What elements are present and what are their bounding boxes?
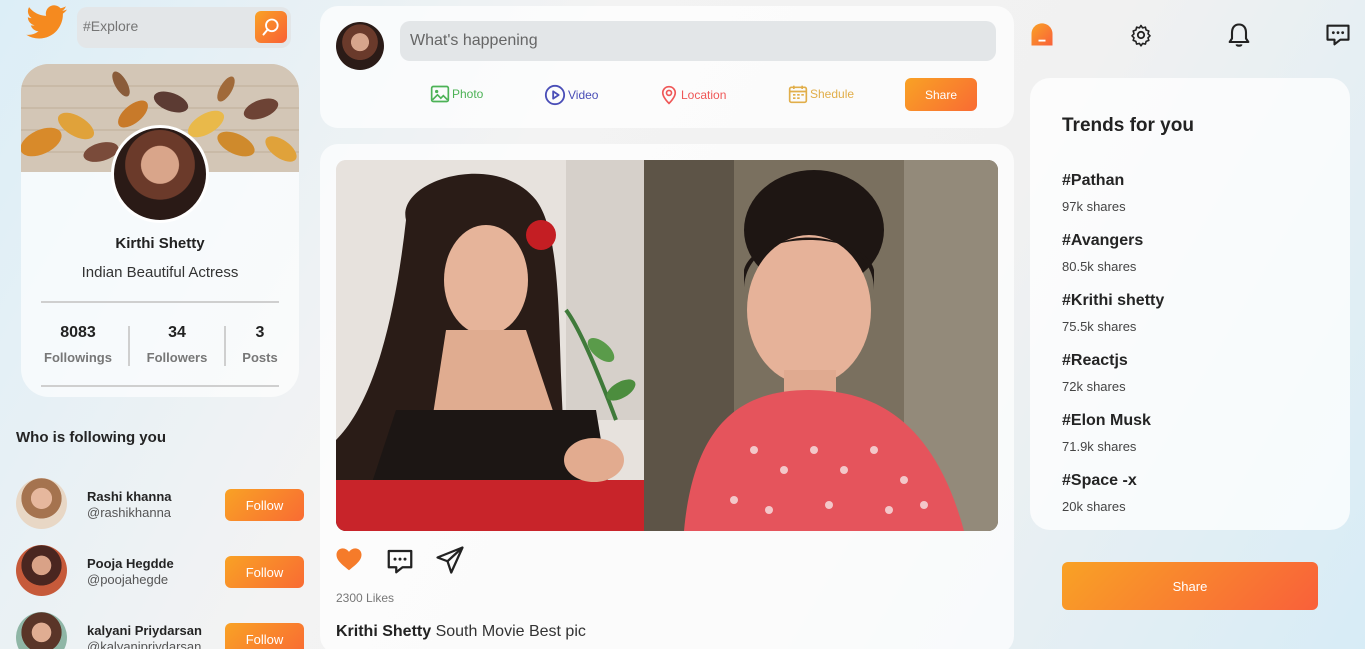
stat-followings[interactable]: 8083 Followings	[41, 324, 115, 365]
schedule-option[interactable]: Shedule	[788, 84, 854, 104]
video-label: Video	[568, 88, 599, 102]
stat-followers[interactable]: 34 Followers	[141, 324, 213, 365]
notifications-nav-button[interactable]	[1225, 21, 1253, 49]
trend-shares: 80.5k shares	[1062, 259, 1137, 274]
post-image-left[interactable]	[336, 160, 644, 531]
post-card: 2300 Likes Krithi Shetty South Movie Bes…	[320, 144, 1014, 649]
stat-label: Followings	[44, 350, 112, 365]
trends-panel: Trends for you #Pathan 97k shares #Avang…	[1030, 78, 1350, 530]
location-option[interactable]: Location	[659, 84, 726, 106]
stat-posts[interactable]: 3 Posts	[233, 324, 287, 365]
schedule-label: Shedule	[810, 87, 855, 101]
like-button[interactable]	[334, 544, 364, 574]
follow-button[interactable]: Follow	[225, 556, 304, 588]
trend-tag[interactable]: #Krithi shetty	[1062, 292, 1164, 310]
post-image-right[interactable]	[644, 160, 998, 531]
trend-shares: 71.9k shares	[1062, 439, 1137, 454]
trend-shares: 97k shares	[1062, 199, 1126, 214]
follower-name[interactable]: Rashi khanna	[87, 489, 172, 504]
location-label: Location	[681, 88, 727, 102]
trend-tag[interactable]: #Pathan	[1062, 172, 1124, 190]
photo-option[interactable]: Photo	[430, 84, 483, 104]
trend-shares: 75.5k shares	[1062, 319, 1137, 334]
likes-count: 2300 Likes	[336, 591, 395, 605]
messages-nav-button[interactable]	[1324, 21, 1352, 49]
avatar[interactable]	[16, 612, 67, 649]
stat-divider	[224, 326, 226, 366]
send-icon	[436, 546, 464, 574]
message-icon	[1326, 24, 1350, 46]
divider	[41, 385, 279, 387]
stat-value: 8083	[60, 324, 96, 341]
follow-button[interactable]: Follow	[225, 489, 304, 521]
search-input[interactable]	[83, 18, 243, 34]
post-caption-text: South Movie Best pic	[435, 623, 586, 640]
follower-handle: @kalyanipriydarsan	[87, 639, 202, 649]
follower-item: Pooja Hegdde @poojahegde Follow	[16, 545, 306, 597]
follower-name[interactable]: Pooja Hegdde	[87, 556, 174, 571]
heart-icon	[336, 548, 362, 571]
comment-icon	[387, 549, 413, 574]
search-button[interactable]	[255, 11, 287, 43]
avatar[interactable]	[16, 545, 67, 596]
divider	[41, 301, 279, 303]
avatar[interactable]	[16, 478, 67, 529]
search-icon	[262, 18, 279, 36]
home-nav-button[interactable]	[1028, 21, 1056, 49]
followers-section-title: Who is following you	[16, 429, 166, 446]
share-button[interactable]: Share	[1062, 562, 1318, 610]
share-post-button[interactable]	[435, 545, 465, 575]
gear-icon	[1131, 24, 1151, 47]
profile-avatar[interactable]	[111, 125, 209, 223]
stat-label: Posts	[242, 350, 278, 365]
profile-name: Kirthi Shetty	[115, 235, 205, 252]
calendar-icon	[788, 85, 808, 104]
photo-label: Photo	[452, 87, 484, 101]
follower-handle: @rashikhanna	[87, 505, 172, 520]
stat-label: Followers	[146, 350, 208, 365]
comment-button[interactable]	[385, 546, 415, 576]
twitter-logo-icon[interactable]	[26, 5, 68, 43]
location-icon	[661, 85, 677, 105]
trends-title: Trends for you	[1062, 115, 1194, 136]
follower-item: Rashi khanna @rashikhanna Follow	[16, 478, 306, 530]
video-option[interactable]: Video	[544, 84, 598, 106]
video-icon	[544, 84, 566, 106]
bell-icon	[1228, 23, 1250, 47]
trend-tag[interactable]: #Avangers	[1062, 232, 1143, 250]
profile-description: Indian Beautiful Actress	[81, 264, 239, 281]
trend-shares: 20k shares	[1062, 499, 1126, 514]
stat-value: 34	[168, 324, 186, 341]
compose-share-button[interactable]: Share	[905, 78, 977, 111]
photo-icon	[430, 85, 450, 103]
follower-item: kalyani Priydarsan @kalyanipriydarsan Fo…	[16, 612, 306, 649]
settings-nav-button[interactable]	[1127, 21, 1155, 49]
follower-name[interactable]: kalyani Priydarsan	[87, 623, 202, 638]
trend-tag[interactable]: #Space -x	[1062, 472, 1137, 490]
avatar[interactable]	[336, 22, 384, 70]
trend-shares: 72k shares	[1062, 379, 1126, 394]
trend-tag[interactable]: #Reactjs	[1062, 352, 1128, 370]
post-composer: Photo Video Location Shedule Share	[320, 6, 1014, 128]
profile-card: Kirthi Shetty Indian Beautiful Actress 8…	[21, 64, 299, 397]
trend-tag[interactable]: #Elon Musk	[1062, 412, 1151, 430]
stat-divider	[128, 326, 130, 366]
follow-button[interactable]: Follow	[225, 623, 304, 649]
post-caption: Krithi Shetty South Movie Best pic	[336, 623, 586, 641]
stat-value: 3	[255, 324, 265, 341]
post-author[interactable]: Krithi Shetty	[336, 623, 431, 640]
follower-handle: @poojahegde	[87, 572, 169, 587]
search-bar	[77, 7, 291, 48]
home-icon	[1031, 23, 1053, 46]
compose-input[interactable]	[400, 21, 996, 61]
